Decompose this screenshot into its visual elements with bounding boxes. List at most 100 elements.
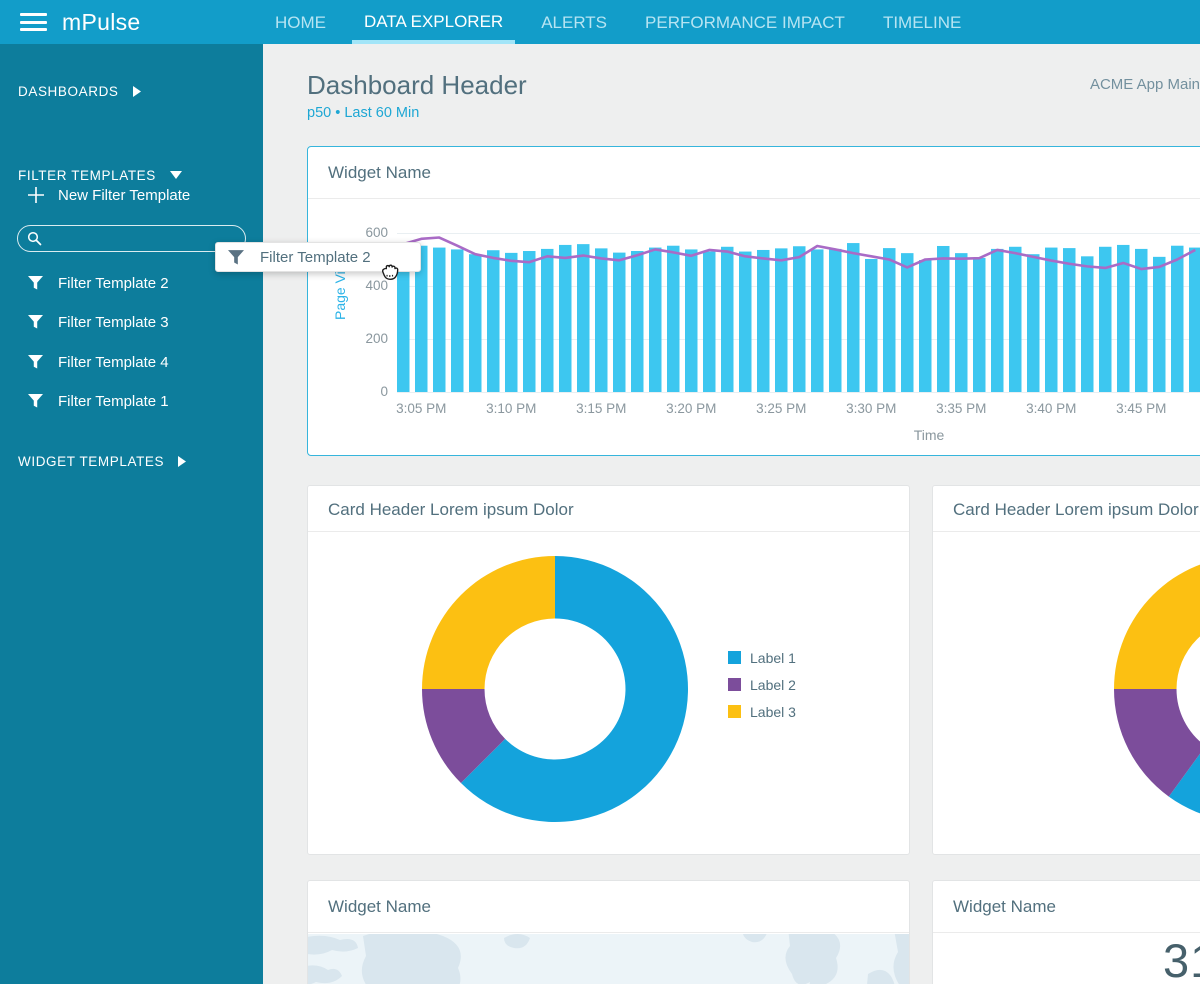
donut-widget-card-1: Card Header Lorem ipsum Dolor Label 1 La…: [307, 485, 910, 855]
y-tick-600: 600: [348, 226, 388, 240]
main-content: Dashboard Header p50 • Last 60 Min ACME …: [263, 44, 1200, 984]
x-axis-title: Time: [879, 427, 979, 443]
bar: [937, 246, 950, 392]
brand-zone: mPulse: [0, 9, 263, 36]
legend-swatch-purple: [728, 678, 741, 691]
donut-chart-1: [421, 555, 689, 823]
bar: [811, 249, 824, 392]
filter-item-label: Filter Template 4: [58, 354, 169, 371]
bar: [1153, 257, 1166, 392]
top-navbar: mPulse HOME DATA EXPLORER ALERTS PERFORM…: [0, 0, 1200, 44]
bar: [955, 253, 968, 392]
new-filter-template-label: New Filter Template: [58, 187, 190, 204]
bar: [685, 249, 698, 392]
sidebar-item-filter-template-4[interactable]: Filter Template 4: [0, 349, 263, 375]
plus-icon: [27, 186, 45, 204]
page-subtitle[interactable]: p50 • Last 60 Min: [307, 105, 419, 121]
bar: [487, 250, 500, 392]
x-tick-label: 3:20 PM: [656, 401, 726, 416]
search-input[interactable]: [49, 231, 229, 247]
bar: [667, 246, 680, 392]
world-map: [308, 934, 909, 984]
x-tick-label: 3:40 PM: [1016, 401, 1086, 416]
drag-ghost-filter-template[interactable]: Filter Template 2: [215, 242, 421, 272]
donut-widget-card-2: Card Header Lorem ipsum Dolor: [932, 485, 1200, 855]
x-tick-label: 3:30 PM: [836, 401, 906, 416]
bar: [631, 251, 644, 392]
nav-item-alerts[interactable]: ALERTS: [529, 0, 619, 44]
map-widget-card: Widget Name: [307, 880, 910, 984]
bar: [829, 249, 842, 392]
nav-item-home[interactable]: HOME: [263, 0, 338, 44]
new-filter-template-button[interactable]: New Filter Template: [0, 183, 263, 207]
bar: [541, 249, 554, 392]
bar: [919, 260, 932, 392]
bar: [1171, 246, 1184, 392]
bar: [739, 252, 752, 392]
sidebar-item-filter-template-1[interactable]: Filter Template 1: [0, 388, 263, 414]
bar: [559, 245, 572, 392]
big-number-value: 31: [1163, 933, 1200, 984]
bar: [433, 248, 446, 392]
chevron-right-icon: [178, 456, 186, 467]
main-nav: HOME DATA EXPLORER ALERTS PERFORMANCE IM…: [263, 0, 987, 44]
y-axis-title: Page View: [285, 304, 395, 320]
funnel-icon: [28, 315, 43, 329]
card-title: Card Header Lorem ipsum Dolor: [933, 486, 1200, 532]
filter-item-label: Filter Template 3: [58, 314, 169, 331]
card-title: Card Header Lorem ipsum Dolor: [308, 486, 909, 532]
bar: [1117, 245, 1130, 392]
bar: [1027, 254, 1040, 392]
bar: [865, 259, 878, 392]
bar: [991, 249, 1004, 392]
bar: [847, 243, 860, 392]
y-tick-400: 400: [348, 279, 388, 293]
funnel-icon: [28, 276, 43, 290]
bar: [577, 244, 590, 392]
nav-item-performance-impact[interactable]: PERFORMANCE IMPACT: [633, 0, 857, 44]
donut-segment-label-3: [422, 556, 555, 689]
nav-item-data-explorer[interactable]: DATA EXPLORER: [352, 0, 515, 44]
filter-item-label: Filter Template 1: [58, 393, 169, 410]
legend-item-2: Label 2: [728, 671, 796, 698]
x-tick-label: 3:15 PM: [566, 401, 636, 416]
donut-segment-label-3: [1114, 556, 1200, 689]
sidebar-section-filter-templates[interactable]: FILTER TEMPLATES: [0, 166, 263, 184]
widget-title: Widget Name: [308, 147, 1200, 199]
dashboards-label: DASHBOARDS: [18, 84, 119, 99]
drag-ghost-label: Filter Template 2: [260, 249, 371, 266]
bar: [469, 254, 482, 392]
y-tick-200: 200: [348, 332, 388, 346]
nav-item-timeline[interactable]: TIMELINE: [871, 0, 973, 44]
x-tick-label: 3:45 PM: [1106, 401, 1176, 416]
sidebar-item-filter-template-3[interactable]: Filter Template 3: [0, 309, 263, 335]
sidebar-section-dashboards[interactable]: DASHBOARDS: [0, 82, 263, 100]
x-tick-label: 3:25 PM: [746, 401, 816, 416]
funnel-icon: [28, 355, 43, 369]
app-name[interactable]: ACME App Main: [1090, 76, 1200, 93]
bar: [1135, 249, 1148, 392]
x-tick-label: 3:10 PM: [476, 401, 546, 416]
bar: [595, 248, 608, 392]
filter-templates-label: FILTER TEMPLATES: [18, 168, 156, 183]
page-title: Dashboard Header: [307, 70, 527, 101]
timeseries-svg: [397, 213, 1200, 392]
sidebar-search[interactable]: [17, 225, 246, 252]
hamburger-menu-icon[interactable]: [20, 9, 47, 36]
legend-label: Label 3: [750, 704, 796, 720]
legend-item-1: Label 1: [728, 644, 796, 671]
bar: [883, 248, 896, 392]
x-tick-label: 3:05 PM: [386, 401, 456, 416]
bar: [973, 258, 986, 392]
widget-title: Widget Name: [308, 881, 909, 933]
sidebar-item-filter-template-2[interactable]: Filter Template 2: [0, 270, 263, 296]
legend-label: Label 2: [750, 677, 796, 693]
app-logo: mPulse: [62, 9, 141, 36]
big-number-widget-card: Widget Name 31: [932, 880, 1200, 984]
timeseries-widget-card: Widget Name 600 400 200 0 Page View Time…: [307, 146, 1200, 456]
donut-chart-2: [1113, 555, 1200, 823]
bar: [451, 249, 464, 392]
sidebar-section-widget-templates[interactable]: WIDGET TEMPLATES: [0, 452, 263, 470]
bar: [1189, 248, 1200, 392]
funnel-icon: [228, 250, 244, 265]
